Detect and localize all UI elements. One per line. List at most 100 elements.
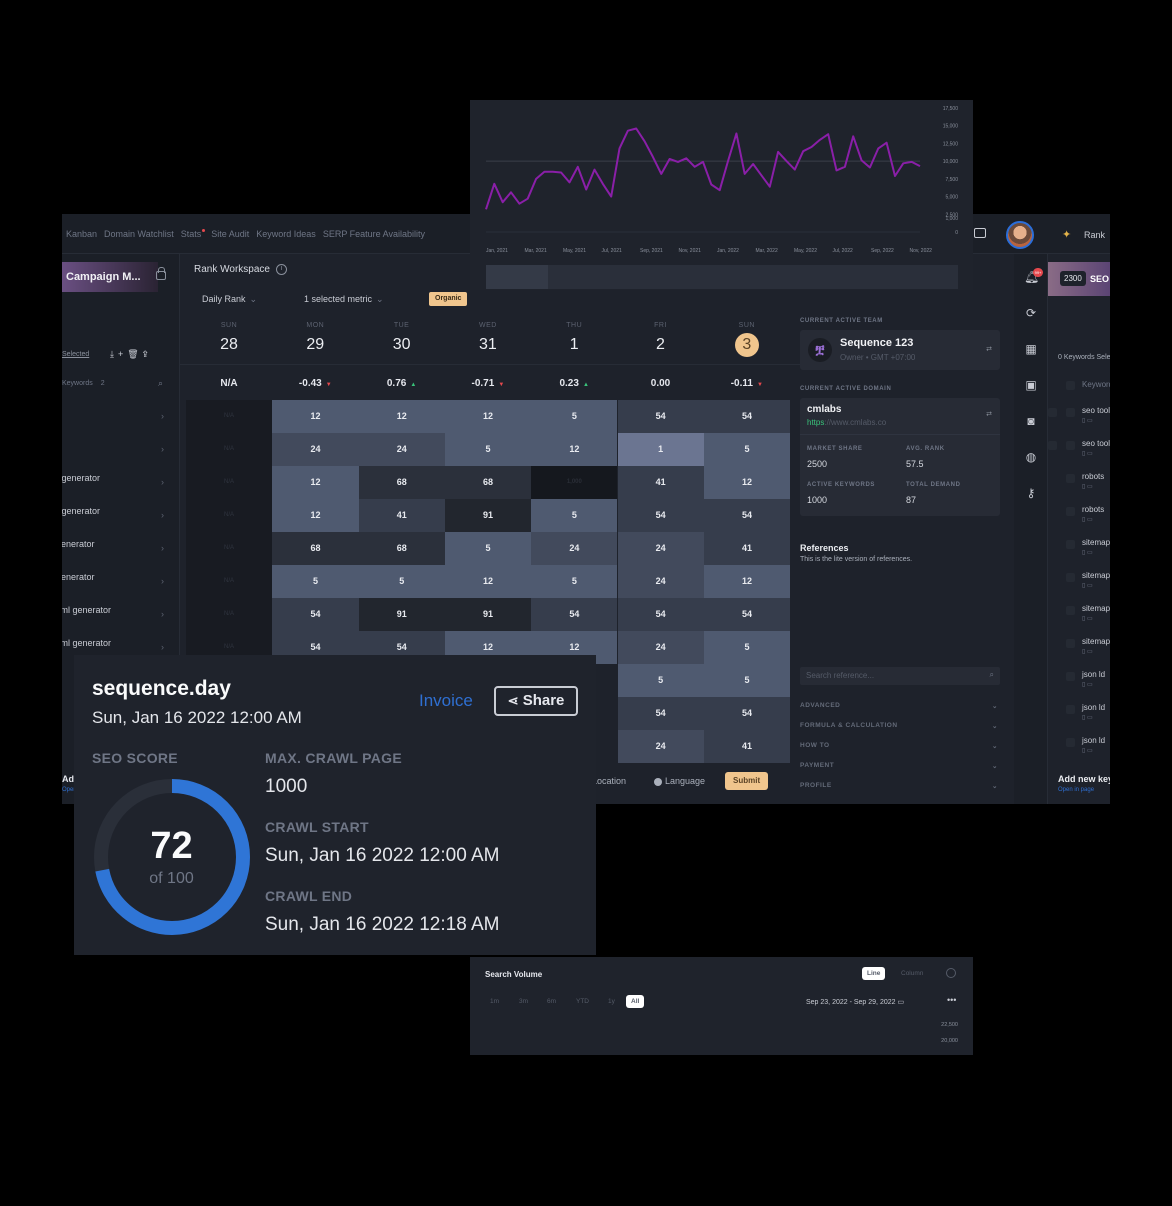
keyword-side-row[interactable]: json ld ▯ ▭ — [1082, 736, 1105, 754]
rank-cell[interactable]: 54 — [703, 598, 791, 631]
rank-cell[interactable]: 68 — [358, 466, 445, 499]
keyword-side-row[interactable]: seo tools ▯ ▭ — [1082, 439, 1110, 457]
rank-cell[interactable]: 5 — [703, 433, 791, 466]
accordion-item[interactable]: PAYMENT ⌄ — [800, 762, 1000, 770]
add-new-keyword[interactable]: Add new keyword — [1058, 774, 1110, 784]
rank-cell[interactable]: 54 — [272, 598, 359, 631]
nav-kanban[interactable]: Kanban — [66, 229, 97, 239]
rank-cell[interactable]: 12 — [358, 400, 445, 433]
rank-cell[interactable]: 1 — [617, 433, 704, 466]
keyword-checkbox[interactable] — [1066, 408, 1075, 417]
rank-cell[interactable]: 12 — [703, 565, 791, 598]
info-icon[interactable]: i — [275, 264, 287, 275]
metric-dropdown[interactable]: 1 selected metric ⌄ — [304, 294, 384, 305]
day-header[interactable]: TUE 30 — [359, 322, 445, 357]
range-6m[interactable]: 6m — [542, 995, 561, 1008]
rank-cell[interactable]: 5 — [444, 433, 532, 466]
keyword-row[interactable]: sitemap xml generatorid-id› — [62, 638, 178, 655]
keyword-row[interactable]: seo toolsid-en› — [62, 440, 178, 457]
rank-cell[interactable]: 91 — [358, 598, 445, 631]
domain-url[interactable]: https://www.cmlabs.co — [807, 418, 886, 427]
language-filter[interactable]: Language — [654, 776, 705, 786]
rank-cell[interactable]: 5 — [531, 499, 618, 532]
keyword-checkbox[interactable] — [1066, 540, 1075, 549]
keyword-checkbox[interactable] — [1066, 738, 1075, 747]
select-all-checkbox[interactable] — [1066, 381, 1075, 390]
keyword-side-row[interactable]: sitemap ▯ ▭ — [1082, 538, 1110, 556]
seo-tab[interactable]: 2300 SEO — [1048, 262, 1110, 296]
calendar-icon[interactable]: ▦ — [1024, 342, 1038, 356]
rank-cell[interactable]: 24 — [617, 532, 704, 565]
keyword-side-row[interactable]: json ld ▯ ▭ — [1082, 703, 1105, 721]
keyword-side-row[interactable]: robots ▯ ▭ — [1082, 472, 1104, 490]
toggle-line[interactable]: Line — [862, 967, 886, 980]
day-header[interactable]: THU 1 — [531, 322, 617, 357]
keyword-row[interactable]: sitemap xml generatorid-id› — [62, 605, 178, 622]
settings-icon[interactable] — [946, 968, 956, 978]
rank-cell[interactable]: 24 — [531, 532, 618, 565]
keyword-row[interactable]: sitemap generatorid-id› — [62, 539, 178, 556]
keyword-row[interactable]: sitemap generatorid-id› — [62, 572, 178, 589]
rank-cell[interactable]: 41 — [703, 730, 791, 763]
rank-cell[interactable]: 68 — [272, 532, 359, 565]
keyword-side-row[interactable]: json ld ▯ ▭ — [1082, 670, 1105, 688]
rank-cell[interactable]: 5 — [272, 565, 359, 598]
organic-chip[interactable]: Organic — [429, 292, 468, 306]
rank-cell[interactable]: 54 — [703, 499, 791, 532]
nav-keyword-ideas[interactable]: Keyword Ideas — [256, 229, 316, 239]
accordion-item[interactable]: FORMULA & CALCULATION ⌄ — [800, 722, 1000, 730]
swap-icon[interactable]: ⇄ — [986, 410, 992, 418]
rank-cell[interactable]: 91 — [444, 598, 532, 631]
rank-cell[interactable]: 12 — [272, 400, 359, 433]
rank-cell[interactable]: 54 — [617, 697, 704, 730]
range-1y[interactable]: 1y — [603, 995, 620, 1008]
rank-cell[interactable]: 24 — [617, 631, 704, 664]
nav-domain-watchlist[interactable]: Domain Watchlist — [104, 229, 174, 239]
invoice-link[interactable]: Invoice — [419, 691, 473, 711]
rank-cell[interactable]: 5 — [703, 631, 791, 664]
rank-cell[interactable]: 12 — [703, 466, 791, 499]
open-in-page-link[interactable]: Open in page — [1058, 787, 1094, 793]
campaign-selector[interactable]: Campaign M... — [62, 262, 158, 292]
range-ytd[interactable]: YTD — [571, 995, 594, 1008]
rank-cell[interactable]: 12 — [444, 565, 532, 598]
swap-icon[interactable]: ⇄ — [986, 345, 992, 353]
keyword-side-row[interactable]: seo tools ▯ ▭ — [1082, 406, 1110, 424]
rank-cell[interactable]: 54 — [703, 400, 791, 433]
rank-cell[interactable]: 54 — [531, 598, 618, 631]
bulk-action-icons[interactable]: ⤓+🗑⇪ — [110, 349, 152, 360]
rank-cell[interactable]: 41 — [617, 466, 704, 499]
more-options-icon[interactable]: ••• — [947, 995, 956, 1005]
toggle-column[interactable]: Column — [896, 967, 928, 980]
lock-icon[interactable] — [156, 267, 166, 280]
rank-cell[interactable]: 54 — [617, 499, 704, 532]
rank-cell[interactable]: 24 — [617, 730, 704, 763]
view-dropdown[interactable]: Daily Rank ⌄ — [202, 294, 257, 305]
rank-cell[interactable]: 68 — [358, 532, 445, 565]
rank-cell[interactable]: 5 — [531, 400, 618, 433]
rank-cell[interactable]: 5 — [703, 664, 791, 697]
day-header[interactable]: MON 29 — [272, 322, 358, 357]
reference-search-input[interactable]: Search reference... ⌕ — [800, 667, 1000, 685]
accordion-item[interactable]: PROFILE ⌄ — [800, 782, 1000, 790]
screenshot-icon[interactable]: ◙ — [1024, 414, 1038, 428]
keyword-side-row[interactable]: sitemap ▯ ▭ — [1082, 637, 1110, 655]
rank-cell[interactable]: 24 — [272, 433, 359, 466]
rank-cell[interactable]: 5 — [531, 565, 618, 598]
accordion-item[interactable]: ADVANCED ⌄ — [800, 702, 1000, 710]
day-header[interactable]: WED 31 — [445, 322, 531, 357]
rank-cell[interactable]: 24 — [358, 433, 445, 466]
rank-cell[interactable]: 12 — [531, 433, 618, 466]
keyword-checkbox[interactable] — [1066, 672, 1075, 681]
keyword-side-row[interactable]: sitemap ▯ ▭ — [1082, 571, 1110, 589]
keyword-checkbox[interactable] — [1066, 441, 1075, 450]
nav-stats[interactable]: Stats — [181, 229, 202, 239]
keyword-checkbox[interactable] — [1066, 573, 1075, 582]
rank-cell[interactable]: 41 — [703, 532, 791, 565]
rank-cell[interactable]: 12 — [272, 499, 359, 532]
keyword-row[interactable]: robots txt generatorid-id› — [62, 473, 178, 490]
search-icon[interactable]: ⌕ — [158, 378, 163, 389]
date-range-picker[interactable]: Sep 23, 2022 - Sep 29, 2022 ▭ — [806, 998, 904, 1006]
globe-icon[interactable]: ◍ — [1024, 450, 1038, 464]
team-card[interactable]: ቿ Sequence 123 Owner • GMT +07:00 ⇄ — [800, 330, 1000, 370]
